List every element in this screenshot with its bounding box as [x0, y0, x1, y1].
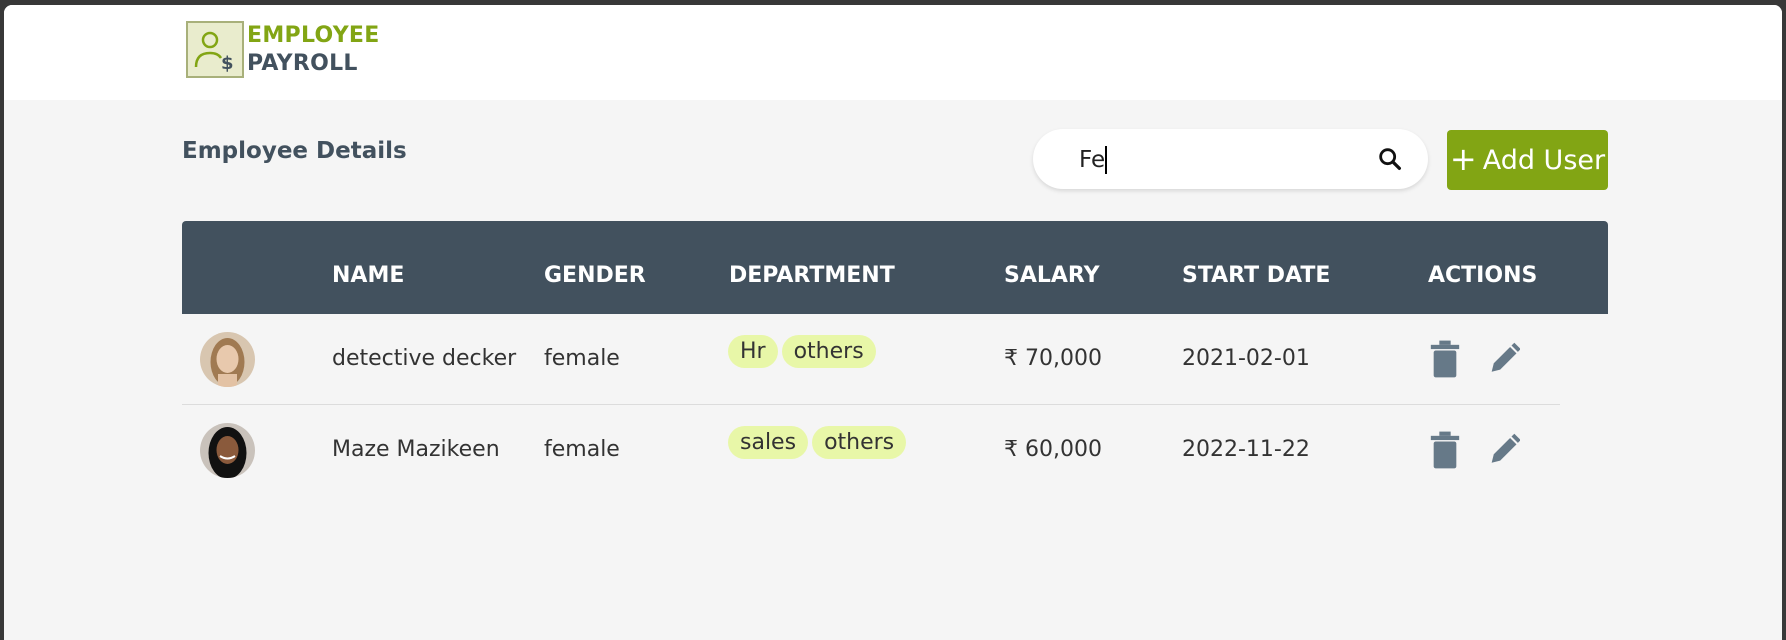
- search-icon[interactable]: [1376, 145, 1404, 173]
- header-salary[interactable]: SALARY: [1004, 263, 1100, 288]
- department-chip: others: [781, 335, 876, 368]
- header-actions: ACTIONS: [1428, 263, 1538, 288]
- add-user-button[interactable]: + Add User: [1447, 130, 1608, 190]
- delete-icon[interactable]: [1428, 430, 1462, 470]
- add-user-label: Add User: [1482, 144, 1606, 176]
- cell-salary: ₹ 60,000: [1004, 437, 1102, 462]
- header-start-date[interactable]: START DATE: [1182, 263, 1330, 288]
- search-box[interactable]: [1033, 129, 1428, 189]
- cell-name: detective decker: [332, 346, 517, 371]
- table-row: Maze Mazikeen female sales others ₹ 60,00…: [182, 405, 1608, 496]
- edit-icon[interactable]: [1486, 430, 1520, 470]
- cell-name: Maze Mazikeen: [332, 437, 500, 462]
- table-row: detective decker female Hr others ₹ 70,00…: [182, 314, 1608, 405]
- department-chip: Hr: [728, 335, 778, 368]
- logo-text-payroll: PAYROLL: [247, 51, 358, 76]
- header-department[interactable]: DEPARTMENT: [729, 263, 895, 288]
- cell-start-date: 2022-11-22: [1182, 437, 1310, 462]
- cell-gender: female: [544, 346, 620, 371]
- department-chips: sales others: [728, 426, 910, 459]
- header-gender[interactable]: GENDER: [544, 263, 646, 288]
- app-window: $ EMPLOYEE PAYROLL Employee Details + Ad…: [4, 5, 1782, 640]
- cell-gender: female: [544, 437, 620, 462]
- department-chip: others: [812, 426, 907, 459]
- logo-icon: $: [186, 21, 244, 78]
- header-name[interactable]: NAME: [332, 263, 404, 288]
- avatar: [200, 423, 255, 478]
- plus-icon: +: [1449, 140, 1477, 178]
- page-title: Employee Details: [182, 138, 407, 164]
- search-input[interactable]: [1077, 143, 1361, 177]
- cell-start-date: 2021-02-01: [1182, 346, 1310, 371]
- text-caret: [1105, 146, 1107, 174]
- table-header: NAME GENDER DEPARTMENT SALARY START DATE…: [182, 221, 1608, 314]
- edit-icon[interactable]: [1486, 339, 1520, 379]
- top-header: $ EMPLOYEE PAYROLL: [4, 5, 1782, 100]
- avatar: [200, 332, 255, 387]
- delete-icon[interactable]: [1428, 339, 1462, 379]
- cell-salary: ₹ 70,000: [1004, 346, 1102, 371]
- department-chip: sales: [728, 426, 809, 459]
- department-chips: Hr others: [728, 335, 880, 368]
- svg-text:$: $: [221, 53, 234, 74]
- logo-text-employee: EMPLOYEE: [247, 23, 380, 48]
